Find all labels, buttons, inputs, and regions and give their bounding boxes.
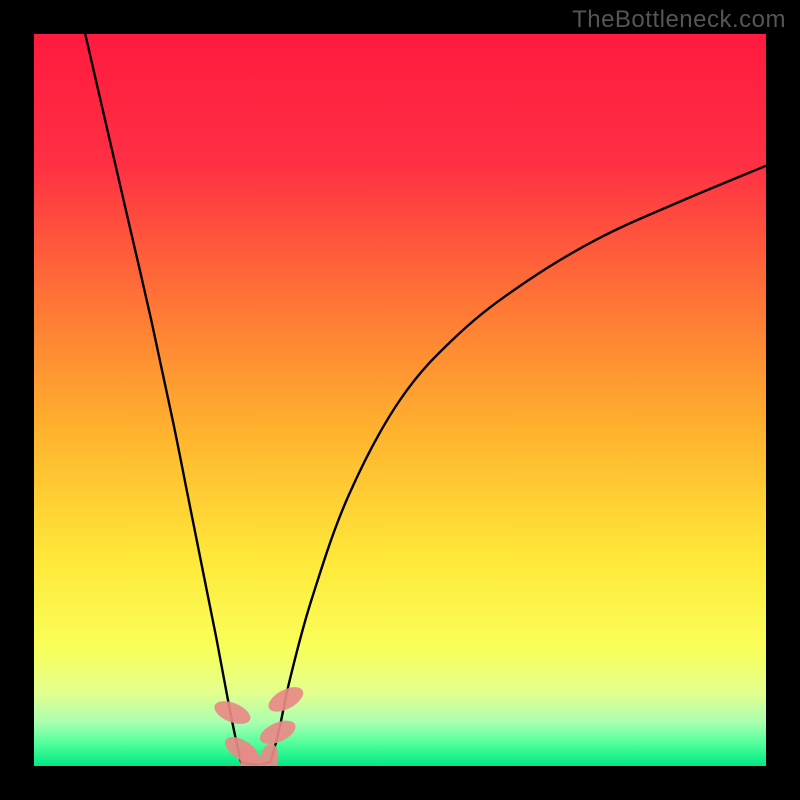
chart-svg	[34, 34, 766, 766]
chart-frame: TheBottleneck.com	[0, 0, 800, 800]
watermark-text: TheBottleneck.com	[572, 6, 786, 34]
plot-area	[34, 34, 766, 766]
